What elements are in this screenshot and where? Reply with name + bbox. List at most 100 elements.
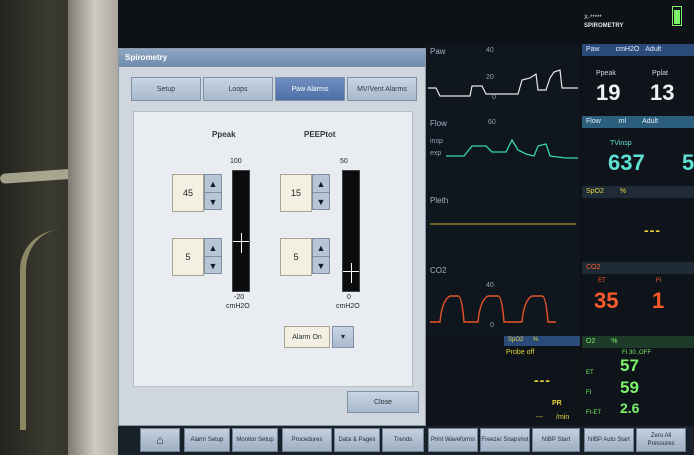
co2-wave-panel: CO2 40 0 xyxy=(426,256,580,337)
procedures-button[interactable]: Procedures xyxy=(282,428,332,452)
co2-waveform xyxy=(430,295,556,323)
patient-id: X-***** xyxy=(584,15,602,21)
tab-loops[interactable]: Loops xyxy=(203,77,273,101)
o2-fi-value: 59 xyxy=(620,378,639,397)
peeptot-low-stepper[interactable]: ▲ ▼ xyxy=(312,238,330,274)
alarm-setup-button[interactable]: Alarm Setup xyxy=(184,428,230,452)
o2-numeric-unit: % xyxy=(611,338,618,345)
arrow-up-icon[interactable]: ▲ xyxy=(313,175,329,193)
flow-numeric-age: Adult xyxy=(642,118,659,125)
battery-icon xyxy=(672,6,682,26)
trends-button[interactable]: Trends xyxy=(382,428,424,452)
spo2-small-value: --- xyxy=(534,372,551,388)
o2-numeric-title: O2 xyxy=(586,338,596,345)
tab-setup[interactable]: Setup xyxy=(131,77,201,101)
ppeak-low-stepper[interactable]: ▲ ▼ xyxy=(204,238,222,274)
peeptot-scale-max: 50 xyxy=(340,158,348,165)
flow-numeric-header: Flow ml Adult xyxy=(582,116,694,128)
ppeak-high-stepper[interactable]: ▲ ▼ xyxy=(204,174,222,210)
peeptot-high-value: 15 xyxy=(280,174,312,212)
paw-numeric-unit: cmH2O xyxy=(615,46,640,53)
pplat-numeric-value: 13 xyxy=(650,80,675,105)
nibp-auto-start-button[interactable]: NIBP Auto Start xyxy=(584,428,634,452)
arrow-down-icon[interactable]: ▼ xyxy=(313,257,329,274)
arrow-up-icon[interactable]: ▲ xyxy=(205,175,221,193)
co2-fi-label: FI xyxy=(656,278,662,284)
paw-numeric-age: Adult xyxy=(645,46,662,53)
peeptot-high-stepper[interactable]: ▲ ▼ xyxy=(312,174,330,210)
chevron-down-icon[interactable]: ▼ xyxy=(332,326,354,348)
patient-header: X-***** SPIROMETRY xyxy=(584,14,674,42)
ppeak-numeric-label: Ppeak xyxy=(596,70,616,77)
monitor-setup-button[interactable]: Monitor Setup xyxy=(232,428,278,452)
ppeak-numeric-value: 19 xyxy=(596,80,621,105)
o2-fiet-value: 2.6 xyxy=(620,400,640,416)
pleth-wave-panel: Pleth xyxy=(426,188,580,257)
paw-waveform xyxy=(428,69,578,97)
o2-fi-label: FI xyxy=(586,390,592,396)
spo2-panel: SpO2 % Probe off --- PR --- /min xyxy=(426,336,580,426)
flow-numeric-unit: ml xyxy=(618,118,627,125)
paw-numeric-title: Paw xyxy=(586,46,600,53)
spo2-numeric-value: --- xyxy=(644,222,661,238)
dialog-title: Spirometry xyxy=(119,49,425,67)
co2-numeric-header: CO2 xyxy=(582,262,694,274)
freeze-snapshot-button[interactable]: Freeze/ Snapshot xyxy=(480,428,530,452)
ppeak-alarm-bar xyxy=(232,170,250,292)
co2-fi-value: 1 xyxy=(652,288,665,313)
co2-numeric-title: CO2 xyxy=(586,264,601,271)
pr-unit: /min xyxy=(556,414,570,421)
spo2-numeric-title: SpO2 xyxy=(586,188,604,195)
spo2-small-header: SpO2 % xyxy=(504,336,580,346)
data-pages-button[interactable]: Data & Pages xyxy=(334,428,380,452)
probe-status: Probe off xyxy=(506,349,535,356)
zero-all-pressures-button[interactable]: Zero All Pressures xyxy=(636,428,686,452)
close-button[interactable]: Close xyxy=(347,391,419,413)
o2-et-label: ET xyxy=(586,370,594,376)
spo2-numeric-unit: % xyxy=(619,188,627,195)
tvinsp-value: 637 xyxy=(608,150,645,175)
tvinsp-label: TVinsp xyxy=(610,140,632,147)
arrow-up-icon[interactable]: ▲ xyxy=(313,239,329,257)
ppeak-low-value: 5 xyxy=(172,238,204,276)
home-button[interactable]: ⌂ xyxy=(140,428,180,452)
paw-alarms-content: Ppeak 100 45 ▲ ▼ 5 ▲ ▼ -20 cmH2O PEEPtot… xyxy=(133,111,413,387)
co2-et-value: 35 xyxy=(594,288,619,313)
o2-numeric-header: O2 % xyxy=(582,336,694,348)
paw-wave-panel: Paw 40 20 0 xyxy=(426,44,580,117)
co2-et-label: ET xyxy=(598,278,606,284)
o2-fiet-label: FI-ET xyxy=(586,410,601,416)
tvinsp-value-secondary: 5 xyxy=(682,150,694,175)
flow-waveform xyxy=(446,138,578,159)
spirometry-dialog: Spirometry Setup Loops Paw Alarms MV/Ven… xyxy=(118,48,426,426)
ppeak-scale-max: 100 xyxy=(230,158,242,165)
alarm-mode-value[interactable]: Alarm On xyxy=(284,326,330,348)
tab-mv-vent-alarms[interactable]: MV/Vent Alarms xyxy=(347,77,417,101)
mode-label: SPIROMETRY xyxy=(584,23,624,29)
ppeak-unit: cmH2O xyxy=(226,303,250,310)
arrow-down-icon[interactable]: ▼ xyxy=(205,257,221,274)
tab-paw-alarms[interactable]: Paw Alarms xyxy=(275,77,345,101)
print-waveforms-button[interactable]: Print Waveforms xyxy=(428,428,478,452)
peeptot-alarm-bar xyxy=(342,170,360,292)
spo2-small-unit: % xyxy=(533,337,539,343)
arrow-up-icon[interactable]: ▲ xyxy=(205,239,221,257)
numerics-column: Paw cmH2O Adult Ppeak 19 Pplat 13 Flow m… xyxy=(582,44,694,426)
home-icon: ⌂ xyxy=(156,433,164,447)
spo2-numeric-header: SpO2 % xyxy=(582,186,694,198)
spo2-small-header-label: SpO2 xyxy=(508,337,524,343)
arrow-down-icon[interactable]: ▼ xyxy=(205,193,221,210)
ppeak-high-value: 45 xyxy=(172,174,204,212)
arrow-down-icon[interactable]: ▼ xyxy=(313,193,329,210)
ppeak-column-label: Ppeak xyxy=(212,130,236,139)
pr-value: --- xyxy=(536,414,543,421)
nibp-start-button[interactable]: NIBP Start xyxy=(532,428,580,452)
peeptot-low-value: 5 xyxy=(280,238,312,276)
o2-et-value: 57 xyxy=(620,356,639,375)
pr-label: PR xyxy=(552,400,562,407)
flow-wave-panel: Flow 60 insp exp xyxy=(426,116,580,189)
pleth-waveform xyxy=(430,223,576,225)
paw-numeric-header: Paw cmH2O Adult xyxy=(582,44,694,56)
flow-numeric-title: Flow xyxy=(586,118,601,125)
peeptot-scale-min: 0 xyxy=(347,294,351,301)
